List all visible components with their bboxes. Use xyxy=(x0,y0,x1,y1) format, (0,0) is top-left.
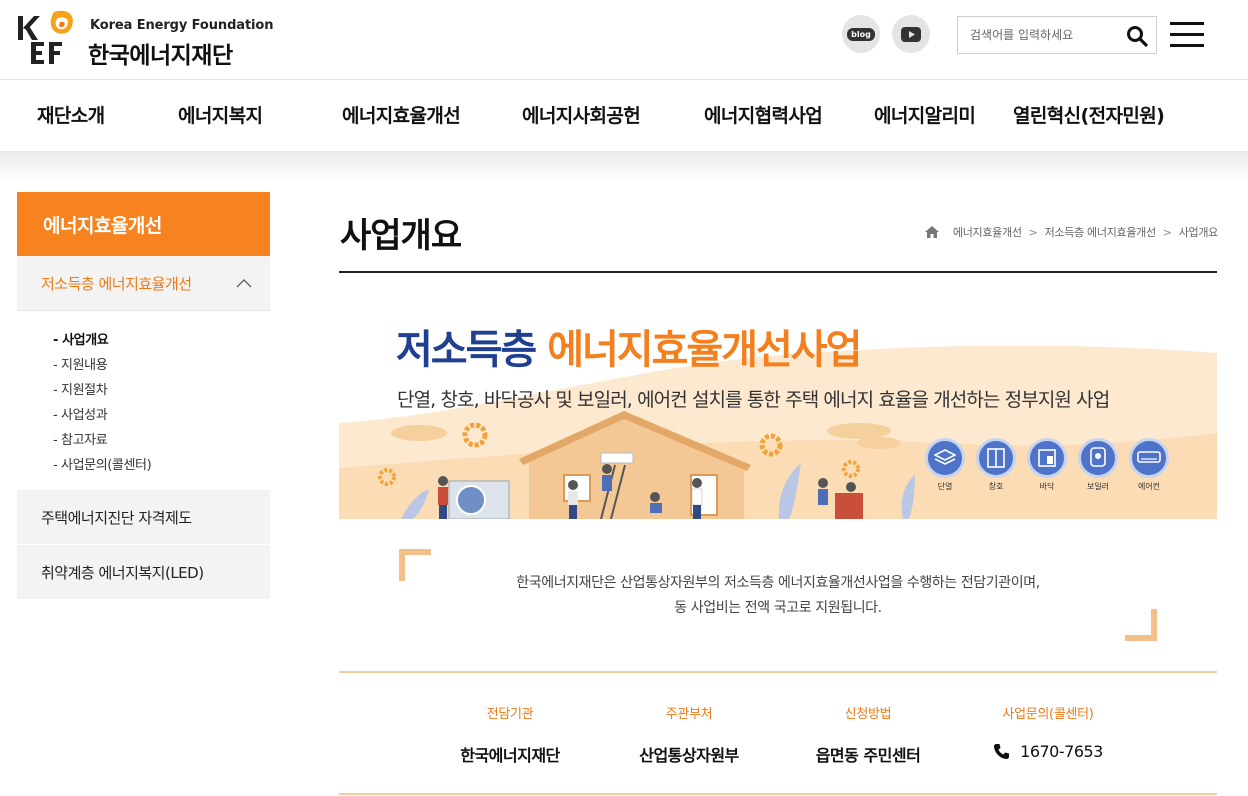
submenu-results[interactable]: - 사업성과 xyxy=(53,404,108,423)
home-icon[interactable] xyxy=(924,226,939,238)
nav-open-innovation[interactable]: 열린혁신(전자민원) xyxy=(1013,101,1165,128)
menu-bar-icon xyxy=(1170,44,1204,47)
info-value[interactable]: 1670-7653 xyxy=(968,742,1128,761)
sidebar-item-label: 저소득층 에너지효율개선 xyxy=(41,275,192,293)
sidebar-title: 에너지효율개선 xyxy=(17,192,270,256)
site-logo[interactable]: Korea Energy Foundation 한국에너지재단 xyxy=(16,6,274,70)
insulation-icon xyxy=(925,438,965,478)
info-call-center: 사업문의(콜센터) 1670-7653 xyxy=(968,703,1128,761)
search-box xyxy=(957,16,1157,54)
badge-aircon: 에어컨 xyxy=(1128,438,1170,492)
blog-icon: blog xyxy=(847,27,875,41)
info-label: 주관부처 xyxy=(665,707,713,722)
badge-label: 에어컨 xyxy=(1137,482,1161,491)
search-button[interactable] xyxy=(1124,23,1150,49)
logo-english-name: Korea Energy Foundation xyxy=(90,18,274,33)
breadcrumb-separator: > xyxy=(1162,225,1172,239)
kef-logo-mark-icon xyxy=(18,10,73,64)
nav-cooperation[interactable]: 에너지협력사업 xyxy=(704,101,823,128)
info-divider-bottom xyxy=(339,793,1217,795)
badge-insulation: 단열 xyxy=(924,438,966,492)
info-label: 사업문의(콜센터) xyxy=(1002,707,1094,722)
banner-headline: 저소득층 에너지효율개선사업 xyxy=(396,317,862,375)
banner-headline-part1: 저소득층 xyxy=(396,327,537,373)
air-conditioner-icon xyxy=(1129,438,1169,478)
search-icon xyxy=(1127,26,1148,47)
banner-subtitle: 단열, 창호, 바닥공사 및 보일러, 에어컨 설치를 통한 주택 에너지 효율… xyxy=(397,389,1110,411)
nav-shadow xyxy=(0,151,1248,181)
submenu-overview[interactable]: - 사업개요 xyxy=(53,329,109,348)
breadcrumb: 에너지효율개선 > 저소득층 에너지효율개선 > 사업개요 xyxy=(924,224,1219,240)
badge-label: 바닥 xyxy=(1039,482,1055,491)
phone-icon xyxy=(994,744,1010,759)
chevron-up-icon xyxy=(236,279,252,288)
intro-line: 동 사업비는 전액 국고로 지원됩니다. xyxy=(674,600,882,616)
breadcrumb-item[interactable]: 저소득층 에너지효율개선 xyxy=(1045,224,1157,240)
sidebar-item-led-welfare[interactable]: 취약계층 에너지복지(LED) xyxy=(17,545,270,599)
banner-headline-part2: 에너지효율개선사업 xyxy=(547,327,862,373)
intro-line: 한국에너지재단은 산업통상자원부의 저소득층 에너지효율개선사업을 수행하는 전… xyxy=(516,575,1040,591)
info-label: 신청방법 xyxy=(844,707,892,722)
badge-label: 단열 xyxy=(937,482,953,491)
badge-window: 창호 xyxy=(975,438,1017,492)
program-intro: 한국에너지재단은 산업통상자원부의 저소득층 에너지효율개선사업을 수행하는 전… xyxy=(339,571,1217,621)
badge-label: 보일러 xyxy=(1086,482,1110,491)
window-icon xyxy=(976,438,1016,478)
page-title: 사업개요 xyxy=(340,216,462,256)
youtube-icon xyxy=(901,26,921,42)
floor-icon xyxy=(1027,438,1067,478)
submenu-references[interactable]: - 참고자료 xyxy=(53,429,108,448)
info-value: 산업통상자원부 xyxy=(609,742,769,766)
main-navigation: 재단소개 에너지복지 에너지효율개선 에너지사회공헌 에너지협력사업 에너지알리… xyxy=(0,81,1248,151)
submenu-support-content[interactable]: - 지원내용 xyxy=(53,354,108,373)
menu-bar-icon xyxy=(1170,33,1204,36)
menu-bar-icon xyxy=(1170,22,1204,25)
breadcrumb-item[interactable]: 에너지효율개선 xyxy=(953,224,1022,240)
info-value: 읍면동 주민센터 xyxy=(788,742,948,766)
info-value-text: 한국에너지재단 xyxy=(460,746,560,765)
search-input[interactable] xyxy=(958,17,1118,53)
badge-label: 창호 xyxy=(988,482,1004,491)
program-banner: 저소득층 에너지효율개선사업 단열, 창호, 바닥공사 및 보일러, 에어컨 설치… xyxy=(339,293,1217,519)
info-label: 전담기관 xyxy=(486,707,534,722)
boiler-icon xyxy=(1078,438,1118,478)
nav-energy-news[interactable]: 에너지알리미 xyxy=(874,101,976,128)
call-center-number: 1670-7653 xyxy=(1020,742,1103,761)
hamburger-menu-button[interactable] xyxy=(1170,22,1204,48)
sidebar-submenu: - 사업개요 - 지원내용 - 지원절차 - 사업성과 - 참고자료 - 사업문… xyxy=(17,311,270,489)
info-managing-agency: 전담기관 한국에너지재단 xyxy=(430,703,590,766)
submenu-call-center[interactable]: - 사업문의(콜센터) xyxy=(53,454,152,473)
site-header: Korea Energy Foundation 한국에너지재단 blog xyxy=(0,0,1248,80)
nav-energy-welfare[interactable]: 에너지복지 xyxy=(178,101,263,128)
title-divider xyxy=(339,271,1217,273)
info-value-text: 읍면동 주민센터 xyxy=(815,746,921,765)
badge-boiler: 보일러 xyxy=(1077,438,1119,492)
info-divider-top xyxy=(339,671,1217,673)
youtube-link-button[interactable] xyxy=(892,15,930,53)
nav-energy-efficiency[interactable]: 에너지효율개선 xyxy=(342,101,461,128)
nav-foundation-intro[interactable]: 재단소개 xyxy=(37,101,105,128)
info-value-text: 산업통상자원부 xyxy=(639,746,739,765)
badge-floor: 바닥 xyxy=(1026,438,1068,492)
info-value: 한국에너지재단 xyxy=(430,742,590,766)
logo-korean-name: 한국에너지재단 xyxy=(88,43,233,69)
submenu-support-procedure[interactable]: - 지원절차 xyxy=(53,379,108,398)
breadcrumb-separator: > xyxy=(1028,225,1038,239)
blog-link-button[interactable]: blog xyxy=(842,15,880,53)
info-ministry: 주관부처 산업통상자원부 xyxy=(609,703,769,766)
nav-social-contribution[interactable]: 에너지사회공헌 xyxy=(522,101,641,128)
info-application-method: 신청방법 읍면동 주민센터 xyxy=(788,703,948,766)
sidebar-item-home-diagnosis[interactable]: 주택에너지진단 자격제도 xyxy=(17,490,270,544)
breadcrumb-current: 사업개요 xyxy=(1178,226,1219,239)
sidebar-item-low-income-efficiency[interactable]: 저소득층 에너지효율개선 xyxy=(17,256,270,311)
